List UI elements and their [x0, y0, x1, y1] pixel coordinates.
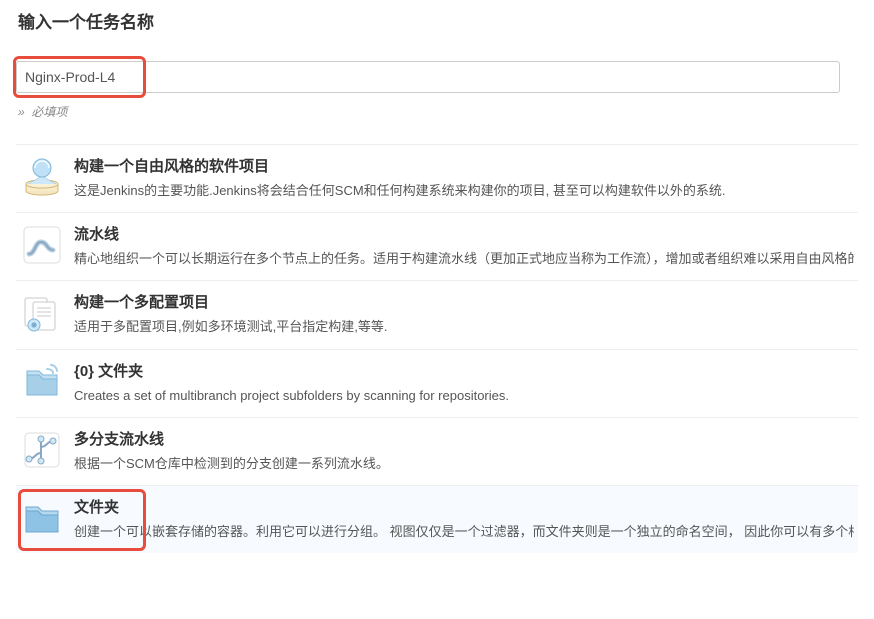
item-type-desc: 精心地组织一个可以长期运行在多个节点上的任务。适用于构建流水线（更加正式地应当称… — [74, 250, 854, 268]
item-type-desc: 根据一个SCM仓库中检测到的分支创建一系列流水线。 — [74, 455, 854, 473]
item-type-title: {0} 文件夹 — [74, 360, 854, 381]
item-type-desc: 创建一个可以嵌套存储的容器。利用它可以进行分组。 视图仅仅是一个过滤器，而文件夹… — [74, 523, 854, 541]
multibranch-icon — [20, 428, 64, 472]
item-type-multiconfig[interactable]: 构建一个多配置项目 适用于多配置项目,例如多环境测试,平台指定构建,等等. — [16, 280, 858, 348]
page-title: 输入一个任务名称 — [18, 8, 858, 33]
item-type-pipeline[interactable]: 流水线 精心地组织一个可以长期运行在多个节点上的任务。适用于构建流水线（更加正式… — [16, 212, 858, 280]
item-type-folder[interactable]: 文件夹 创建一个可以嵌套存储的容器。利用它可以进行分组。 视图仅仅是一个过滤器，… — [16, 485, 858, 553]
item-type-multibranch[interactable]: 多分支流水线 根据一个SCM仓库中检测到的分支创建一系列流水线。 — [16, 417, 858, 485]
org-folder-icon — [20, 360, 64, 404]
freestyle-icon — [20, 155, 64, 199]
name-field-block — [16, 61, 858, 93]
item-type-desc: Creates a set of multibranch project sub… — [74, 387, 854, 405]
folder-icon — [20, 496, 64, 540]
item-type-title: 构建一个多配置项目 — [74, 291, 854, 312]
item-type-org-folder[interactable]: {0} 文件夹 Creates a set of multibranch pro… — [16, 349, 858, 417]
item-type-freestyle[interactable]: 构建一个自由风格的软件项目 这是Jenkins的主要功能.Jenkins将会结合… — [16, 144, 858, 212]
item-type-list: 构建一个自由风格的软件项目 这是Jenkins的主要功能.Jenkins将会结合… — [16, 144, 858, 553]
item-type-desc: 这是Jenkins的主要功能.Jenkins将会结合任何SCM和任何构建系统来构… — [74, 182, 854, 200]
item-type-title: 流水线 — [74, 223, 854, 244]
item-type-title: 构建一个自由风格的软件项目 — [74, 155, 854, 176]
required-field-hint: » 必填项 — [18, 103, 858, 120]
item-type-desc: 适用于多配置项目,例如多环境测试,平台指定构建,等等. — [74, 318, 854, 336]
item-type-title: 文件夹 — [74, 496, 854, 517]
item-type-title: 多分支流水线 — [74, 428, 854, 449]
multiconfig-icon — [20, 291, 64, 335]
pipeline-icon — [20, 223, 64, 267]
item-name-input[interactable] — [16, 61, 840, 93]
